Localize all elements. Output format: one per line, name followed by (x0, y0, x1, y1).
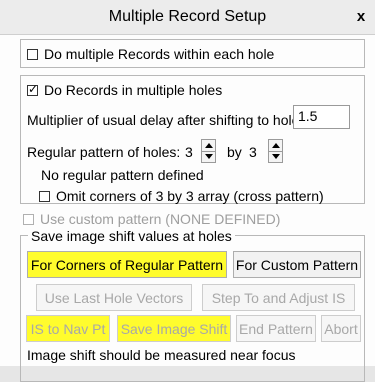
pattern-y-spinner[interactable] (268, 139, 283, 163)
save-shift-group-title: Save image shift values at holes (28, 228, 235, 244)
pattern-x-value: 3 (185, 144, 193, 160)
title-bar: Multiple Record Setup x (0, 0, 375, 35)
multiple-records-checkbox[interactable]: Do multiple Records within each hole (27, 46, 274, 62)
custom-pattern-button[interactable]: For Custom Pattern (233, 251, 361, 278)
checkbox-box-checked (27, 82, 38, 96)
pattern-x-spinner[interactable] (201, 139, 216, 163)
window-title: Multiple Record Setup (108, 8, 267, 25)
custom-pattern-checkbox: Use custom pattern (NONE DEFINED) (23, 211, 280, 227)
multiplier-input[interactable]: 1.5 (293, 105, 350, 129)
checkbox-box (27, 48, 38, 60)
pattern-label: Regular pattern of holes: (27, 144, 181, 160)
custom-pattern-label: Use custom pattern (NONE DEFINED) (40, 211, 281, 227)
status-text: No regular pattern defined (41, 167, 204, 183)
records-multiple-holes-label: Do Records in multiple holes (44, 82, 223, 98)
checkbox-box (23, 213, 34, 225)
close-button[interactable]: x (347, 0, 375, 34)
is-to-nav-pt-button: IS to Nav Pt (26, 315, 110, 342)
focus-note: Image shift should be measured near focu… (27, 347, 296, 363)
spin-up-icon[interactable] (205, 143, 213, 148)
spin-down-icon[interactable] (272, 154, 280, 159)
dialog-content: Do multiple Records within each hole Do … (0, 35, 375, 382)
corners-regular-pattern-button[interactable]: For Corners of Regular Pattern (27, 251, 227, 278)
omit-corners-checkbox[interactable]: Omit corners of 3 by 3 array (cross patt… (39, 188, 324, 204)
spin-up-icon[interactable] (272, 143, 280, 148)
step-adjust-is-button: Step To and Adjust IS (202, 284, 355, 311)
pattern-by-label: by (227, 144, 242, 160)
multiplier-label: Multiplier of usual delay after shifting… (27, 112, 304, 128)
records-multiple-holes-checkbox[interactable]: Do Records in multiple holes (27, 82, 222, 98)
close-icon: x (356, 8, 366, 25)
use-last-hole-vectors-button: Use Last Hole Vectors (36, 284, 192, 311)
abort-button: Abort (321, 315, 361, 342)
checkbox-box (39, 190, 50, 202)
omit-corners-label: Omit corners of 3 by 3 array (cross patt… (56, 188, 324, 204)
end-pattern-button: End Pattern (236, 315, 316, 342)
multiple-records-label: Do multiple Records within each hole (44, 46, 275, 62)
spin-down-icon[interactable] (205, 154, 213, 159)
save-image-shift-button: Save Image Shift (117, 315, 231, 342)
pattern-y-value: 3 (249, 144, 257, 160)
